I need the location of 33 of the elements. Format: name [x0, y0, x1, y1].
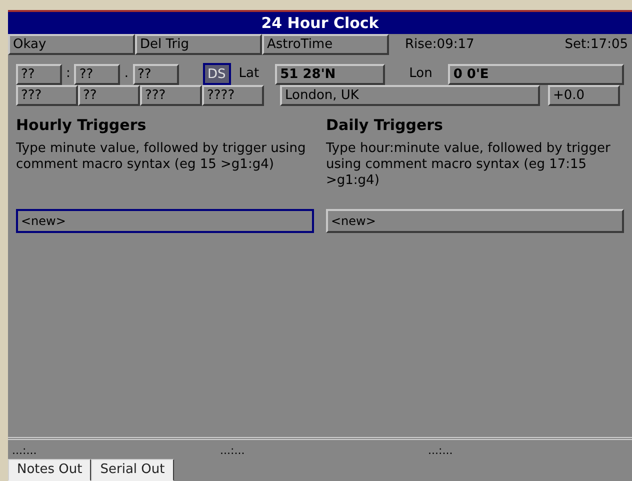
- time-separator: :: [65, 65, 72, 84]
- trigger-entry-field[interactable]: <new>: [16, 208, 314, 232]
- toolbar-button[interactable]: AstroTime: [262, 34, 389, 55]
- trigger-entry-field[interactable]: <new>: [326, 208, 624, 232]
- time-field[interactable]: ??: [16, 64, 62, 84]
- time-field[interactable]: ??: [74, 64, 120, 84]
- toolbar-button[interactable]: Okay: [8, 34, 135, 55]
- latitude-label: Lat: [238, 65, 260, 84]
- latitude-field[interactable]: 51 28'N: [275, 64, 386, 84]
- location-field[interactable]: London, UK: [280, 85, 540, 106]
- date-field[interactable]: ??: [78, 85, 140, 106]
- toolbar-button[interactable]: Del Trig: [135, 34, 262, 55]
- longitude-field[interactable]: 0 0'E: [448, 64, 624, 84]
- tab[interactable]: Serial Out: [91, 459, 174, 481]
- section-heading: Hourly Triggers: [16, 115, 148, 136]
- offset-field[interactable]: +0.0: [548, 85, 620, 106]
- status-text: ...:...: [427, 442, 454, 458]
- time-field[interactable]: ??: [132, 64, 179, 84]
- time-separator: .: [123, 65, 130, 84]
- sunrise-time: Rise:09:17: [405, 36, 474, 54]
- date-field[interactable]: ???: [140, 85, 202, 106]
- section-heading: Daily Triggers: [326, 115, 444, 136]
- status-text: ...:...: [11, 442, 38, 458]
- date-field[interactable]: ???: [16, 85, 78, 106]
- ds-toggle[interactable]: DS: [202, 63, 231, 85]
- sunset-time: Set:17:05: [564, 36, 628, 54]
- help-text: Type hour:minute value, followed by trigger using comment macro syntax (eg 17:15 >g1:g4): [326, 140, 612, 190]
- tab[interactable]: Notes Out: [8, 459, 92, 481]
- help-text: Type minute value, followed by trigger using comment macro syntax (eg 15 >g1:g4): [16, 140, 307, 174]
- longitude-label: Lon: [409, 65, 432, 84]
- status-text: ...:...: [219, 442, 246, 458]
- window-title: 24 Hour Clock: [8, 12, 632, 34]
- date-field[interactable]: ????: [202, 85, 264, 106]
